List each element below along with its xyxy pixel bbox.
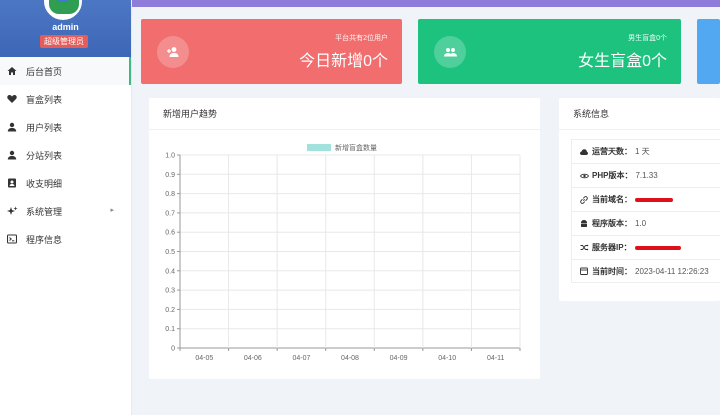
user-icon bbox=[6, 121, 18, 133]
trend-chart: 新增盲盒数量 1.0 0.9 0.8 0.7 0.6 0.5 0.4 0.3 0.2 0.1 0 0… bbox=[165, 143, 521, 362]
sidebar-item-label: 系统管理 bbox=[26, 206, 63, 217]
redacted-server-ip bbox=[634, 245, 681, 250]
top-bar bbox=[132, 0, 720, 7]
y-tick-label: 0.7 bbox=[165, 210, 175, 217]
y-tick-label: 0.1 bbox=[165, 326, 175, 333]
sidebar-item-label: 用户列表 bbox=[26, 122, 63, 133]
sidebar-item-users[interactable]: 用户列表 bbox=[0, 113, 131, 141]
profile-header: admin 超级管理员 bbox=[0, 0, 131, 57]
sidebar-item-label: 后台首页 bbox=[26, 66, 63, 77]
home-icon bbox=[6, 65, 18, 77]
info-row-server-ip: 服务器IP： bbox=[571, 235, 720, 259]
sidebar-item-program-info[interactable]: 程序信息 bbox=[0, 225, 131, 253]
info-row-domain: 当前域名： bbox=[571, 187, 720, 211]
role-badge: 超级管理员 bbox=[40, 35, 88, 48]
sidebar-item-finance[interactable]: 收支明细 bbox=[0, 169, 131, 197]
eye-icon bbox=[580, 173, 590, 179]
y-tick-label: 0.4 bbox=[165, 268, 175, 275]
stat-card-users: 平台共有2位用户 今日新增0个 bbox=[141, 19, 402, 84]
system-info-list: 运营天数： 1 天 PHP版本： 7.1.33 当前域名： 程序版本： 1.0 … bbox=[571, 139, 720, 283]
x-tick-label: 04-06 bbox=[244, 355, 262, 362]
sidebar: admin 超级管理员 后台首页 盲盒列表 用户列表 分站列表 收支明细 系统管… bbox=[0, 0, 132, 415]
x-tick-label: 04-09 bbox=[390, 355, 408, 362]
sidebar-item-label: 盲盒列表 bbox=[26, 94, 63, 105]
sidebar-item-substations[interactable]: 分站列表 bbox=[0, 141, 131, 169]
cloud-icon bbox=[580, 148, 590, 155]
x-tick-label: 04-10 bbox=[438, 355, 456, 362]
chart-panel-title: 新增用户趋势 bbox=[149, 98, 540, 130]
stat-title: 今日新增0个 bbox=[299, 53, 388, 70]
y-tick-label: 0.3 bbox=[165, 288, 175, 295]
group-icon bbox=[434, 36, 466, 68]
x-tick-label: 04-07 bbox=[292, 355, 310, 362]
sidebar-item-label: 分站列表 bbox=[26, 150, 63, 161]
sidebar-item-system[interactable]: 系统管理 ▸ bbox=[0, 197, 131, 225]
username: admin bbox=[52, 22, 79, 32]
stat-subtitle: 平台共有2位用户 bbox=[335, 35, 388, 42]
sidebar-item-label: 程序信息 bbox=[26, 234, 63, 245]
system-info-title: 系统信息 bbox=[559, 98, 720, 130]
info-row-time: 当前时间： 2023-04-11 12:26:23 bbox=[571, 259, 720, 283]
legend-swatch bbox=[307, 144, 331, 151]
y-tick-label: 1.0 bbox=[165, 153, 175, 160]
shuffle-icon bbox=[580, 244, 590, 251]
y-tick-label: 0.8 bbox=[165, 191, 175, 198]
x-tick-label: 04-11 bbox=[487, 355, 504, 362]
info-row-version: 程序版本： 1.0 bbox=[571, 211, 720, 235]
y-tick-label: 0 bbox=[171, 346, 175, 353]
link-icon bbox=[580, 195, 590, 204]
sidebar-nav: 后台首页 盲盒列表 用户列表 分站列表 收支明细 系统管理 ▸ 程序信息 bbox=[0, 57, 131, 253]
stat-subtitle: 男生盲盒0个 bbox=[628, 35, 667, 42]
stat-card-boxes: 男生盲盒0个 女生盲盒0个 bbox=[418, 19, 681, 84]
y-tick-label: 0.5 bbox=[165, 249, 175, 256]
sparkle-icon bbox=[6, 205, 18, 217]
android-icon bbox=[580, 219, 590, 228]
heart-icon bbox=[6, 93, 18, 105]
chart-panel: 新增用户趋势 新增盲盒数量 1.0 0.9 0.8 0.7 0.6 0.5 0.4 0.3 0.… bbox=[149, 98, 540, 379]
avatar[interactable] bbox=[44, 0, 82, 20]
x-tick-label: 04-08 bbox=[341, 355, 359, 362]
y-tick-label: 0.9 bbox=[165, 172, 175, 179]
terminal-icon bbox=[6, 233, 18, 245]
chevron-right-icon: ▸ bbox=[110, 207, 114, 214]
stat-card-partial bbox=[697, 19, 720, 84]
sidebar-item-boxes[interactable]: 盲盒列表 bbox=[0, 85, 131, 113]
x-tick-label: 04-05 bbox=[195, 355, 213, 362]
sidebar-item-home[interactable]: 后台首页 bbox=[0, 57, 131, 85]
sidebar-item-label: 收支明细 bbox=[26, 178, 63, 189]
calendar-icon bbox=[580, 267, 590, 275]
info-row-days: 运营天数： 1 天 bbox=[571, 139, 720, 163]
y-tick-label: 0.6 bbox=[165, 230, 175, 237]
add-user-icon bbox=[157, 36, 189, 68]
stat-title: 女生盲盒0个 bbox=[578, 53, 667, 70]
redacted-domain bbox=[635, 197, 673, 202]
y-tick-label: 0.2 bbox=[165, 307, 175, 314]
info-row-php: PHP版本： 7.1.33 bbox=[571, 163, 720, 187]
user-icon bbox=[6, 149, 18, 161]
contact-card-icon bbox=[6, 177, 18, 189]
system-info-panel: 系统信息 运营天数： 1 天 PHP版本： 7.1.33 当前域名： 程序版本：… bbox=[559, 98, 720, 301]
legend-label: 新增盲盒数量 bbox=[335, 143, 377, 152]
